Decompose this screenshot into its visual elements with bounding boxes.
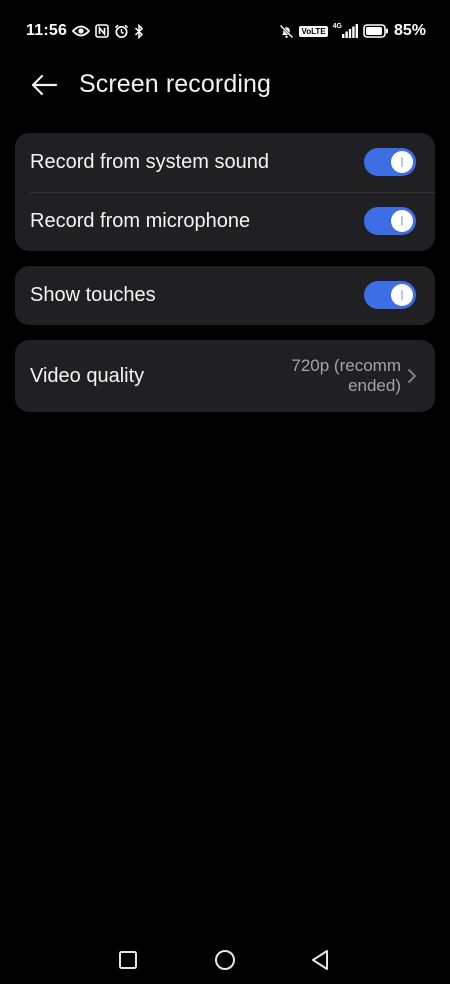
status-left: 11:56	[26, 20, 144, 42]
video-quality-row[interactable]: Video quality 720p (recomm ended)	[15, 340, 435, 412]
audio-settings-card: Record from system sound Record from mic…	[15, 133, 435, 251]
video-quality-value-line2: ended)	[348, 376, 401, 395]
video-quality-value: 720p (recomm ended)	[271, 356, 401, 396]
toggle-knob	[391, 151, 413, 173]
home-icon	[215, 950, 235, 970]
microphone-toggle[interactable]	[364, 207, 416, 235]
alarm-icon	[114, 24, 129, 39]
header: Screen recording	[0, 60, 450, 110]
battery-percent: 85%	[393, 22, 426, 39]
system-sound-row[interactable]: Record from system sound	[15, 133, 435, 192]
battery-icon	[363, 24, 389, 38]
chevron-right-icon	[408, 369, 416, 383]
show-touches-label: Show touches	[30, 284, 156, 306]
arrow-left-icon	[31, 74, 58, 96]
recents-button[interactable]	[114, 946, 142, 974]
navigation-bar	[0, 936, 450, 984]
system-sound-label: Record from system sound	[30, 151, 269, 173]
status-time: 11:56	[26, 22, 68, 39]
microphone-label: Record from microphone	[30, 210, 251, 232]
network-type: 4G	[332, 22, 342, 30]
home-button[interactable]	[211, 946, 239, 974]
microphone-row[interactable]: Record from microphone	[15, 192, 435, 251]
video-quality-label: Video quality	[30, 364, 145, 387]
system-sound-toggle[interactable]	[364, 148, 416, 176]
video-quality-card: Video quality 720p (recomm ended)	[15, 340, 435, 412]
show-touches-row[interactable]: Show touches	[15, 266, 435, 325]
show-touches-toggle[interactable]	[364, 281, 416, 309]
video-quality-value-line1: 720p (recomm	[291, 356, 401, 375]
back-icon	[312, 950, 328, 970]
nfc-icon	[95, 24, 109, 38]
page-title: Screen recording	[79, 70, 271, 98]
back-button[interactable]	[24, 68, 64, 102]
status-bar: 11:56 VoLTE 4G 85%	[0, 0, 450, 60]
nav-back-button[interactable]	[306, 946, 334, 974]
notifications-off-icon	[279, 24, 294, 39]
touches-card: Show touches	[15, 266, 435, 325]
eye-icon	[72, 24, 91, 38]
toggle-knob	[391, 210, 413, 232]
recents-icon	[119, 951, 137, 969]
status-right: VoLTE 4G 85%	[279, 20, 426, 42]
bluetooth-icon	[134, 23, 144, 39]
toggle-knob	[391, 284, 413, 306]
signal-icon: 4G	[332, 22, 358, 38]
volte-icon: VoLTE	[299, 25, 328, 37]
